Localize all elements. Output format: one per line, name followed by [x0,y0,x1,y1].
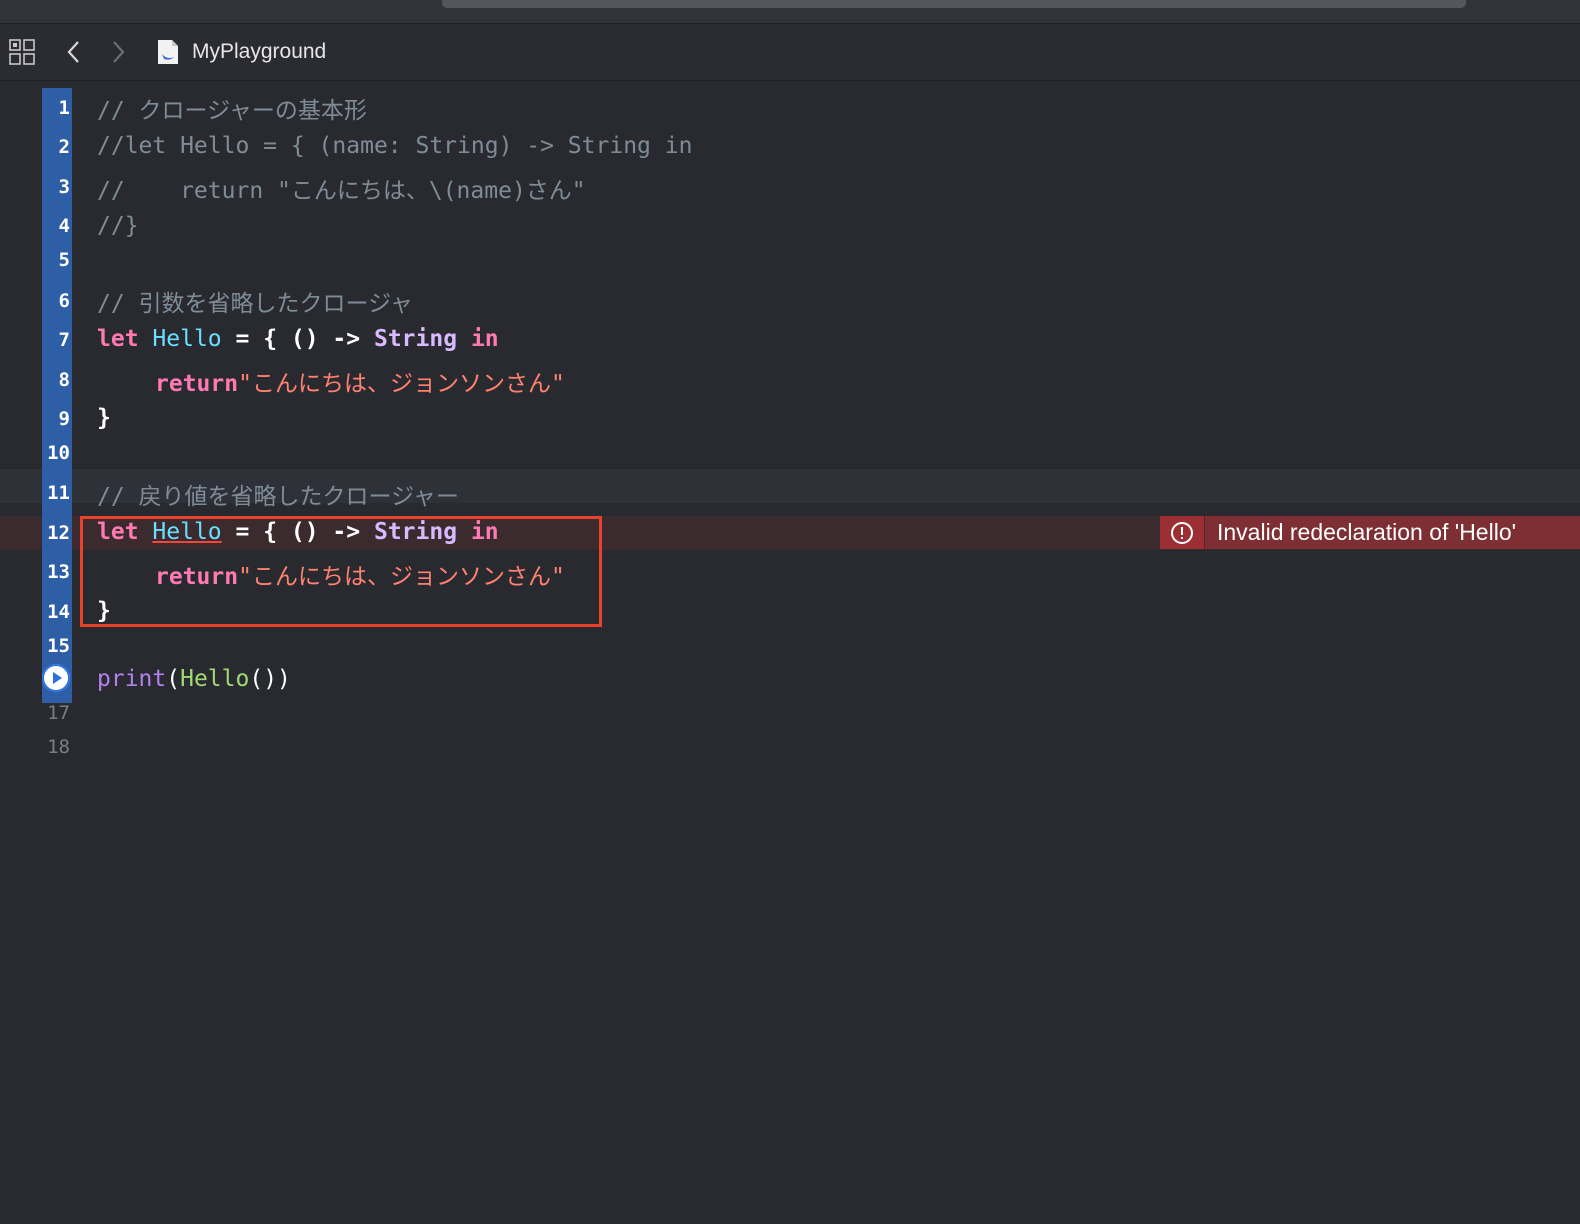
string-literal: "こんにちは、ジョンソンさん" [238,371,565,397]
code-line[interactable]: let Hello = { () -> String in [97,324,499,354]
code-line[interactable]: print(Hello()) [97,664,291,694]
line-number: 7 [58,329,70,351]
chevron-left-icon[interactable] [60,38,88,66]
code-line[interactable]: // 引数を省略したクロージャ [97,289,413,319]
chevron-right-icon[interactable] [104,38,132,66]
keyword-let: let [97,326,139,352]
error-icon[interactable] [1160,516,1205,549]
annotation-highlight-box [80,516,602,627]
code-line[interactable]: // 戻り値を省略したクロージャー [97,482,459,512]
file-title[interactable]: MyPlayground [192,38,326,66]
swift-file-icon [154,38,182,66]
error-message: Invalid redeclaration of 'Hello' [1217,519,1516,545]
line-number: 9 [58,408,70,430]
line-number: 6 [58,290,70,312]
line-number: 11 [47,482,70,504]
code-line[interactable]: //let Hello = { (name: String) -> String… [97,131,692,161]
line-number: 18 [47,736,70,758]
type-name: String [373,326,458,352]
tab-scrollbar[interactable] [442,0,1466,8]
code-line[interactable]: //} [97,211,139,241]
code-line[interactable]: // return "こんにちは、\(name)さん" [97,176,586,206]
line-number: 17 [47,702,70,724]
paren: ()) [249,666,291,692]
line-number: 8 [58,369,70,391]
function-print: print [97,666,167,692]
jump-bar: MyPlayground [0,24,1580,81]
line-number: 15 [47,635,70,657]
code-editor[interactable]: 1 2 3 4 5 6 7 8 9 10 11 12 13 14 15 17 1… [0,81,1580,1224]
code-line[interactable]: } [97,403,111,433]
error-annotation[interactable]: Invalid redeclaration of 'Hello' [1160,516,1580,549]
line-number: 14 [47,601,70,623]
keyword-return: return [155,371,239,397]
line-number: 5 [58,249,70,271]
paren: ( [166,666,181,692]
code-line[interactable]: // クロージャーの基本形 [97,96,367,126]
operator: = { () -> [221,326,374,352]
run-line-button[interactable] [42,664,70,692]
line-number: 2 [58,136,70,158]
window-top-strip [0,0,1580,24]
line-number: 10 [47,442,70,464]
line-number: 3 [58,176,70,198]
line-number: 12 [47,522,70,544]
line-number: 13 [47,561,70,583]
code-line[interactable]: return"こんにちは、ジョンソンさん" [155,369,565,399]
identifier: Hello [152,326,222,352]
line-number: 1 [58,97,70,119]
identifier-call: Hello [180,666,250,692]
line-number: 4 [58,215,70,237]
grid-icon[interactable] [8,38,36,66]
keyword-in: in [470,326,499,352]
